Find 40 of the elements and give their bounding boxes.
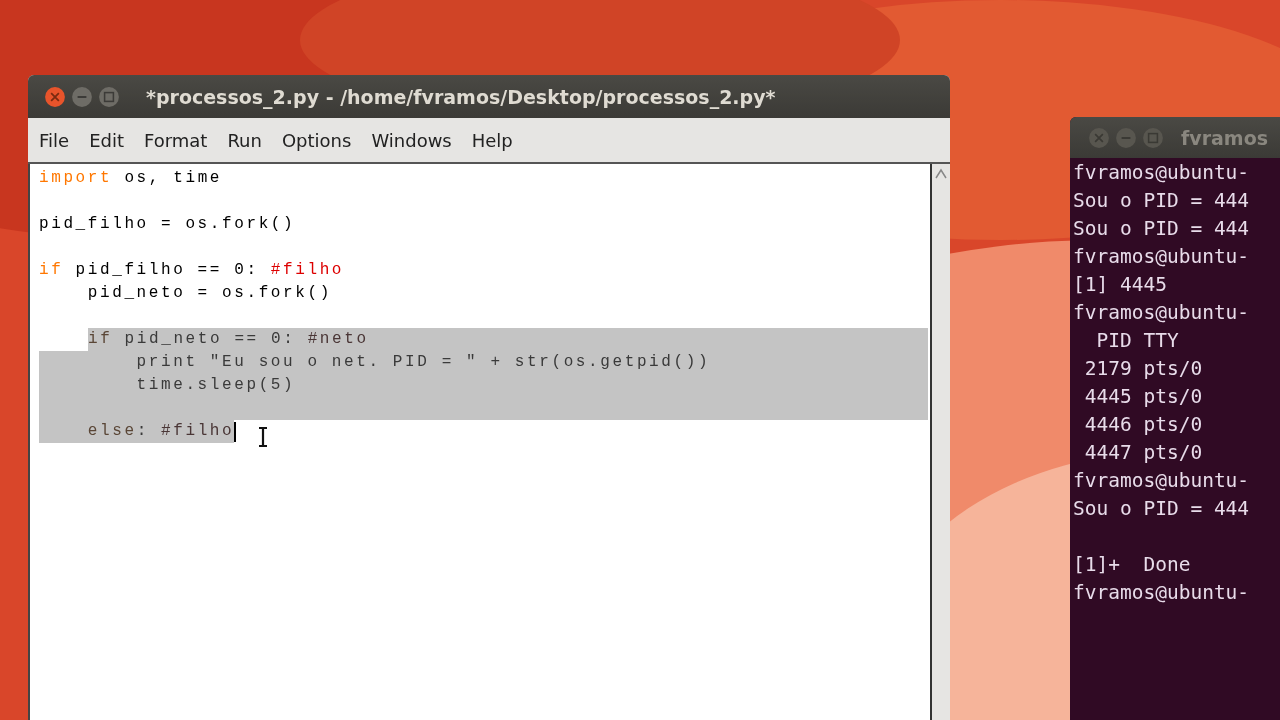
terminal-line: 4446 pts/0 [1083, 413, 1203, 436]
menu-item[interactable]: Edit [89, 129, 124, 151]
terminal-line: Sou o PID = 444 [1073, 497, 1250, 520]
terminal-line: fvramos@ubuntu- [1073, 469, 1250, 492]
code-text: print "Eu sou o net. PID = " + str(os.getpid()) [39, 351, 711, 374]
menu-item[interactable]: Windows [371, 129, 452, 151]
i-beam-cursor-icon [258, 425, 269, 448]
terminal-line: Sou o PID = 444 [1073, 217, 1250, 240]
maximize-icon[interactable] [98, 85, 120, 108]
code-area[interactable]: import os, time pid_filho = os.fork() if pid_filho == 0: #filho pid_neto = os.fork() if pid_neto == 0: #neto print "Eu sou o net. PID = " + str(os.getpid()) time.sleep(5) else: #filho [28, 164, 932, 720]
close-icon[interactable] [1088, 126, 1110, 149]
terminal-line: fvramos@ubuntu- [1073, 161, 1250, 184]
terminal-line: [1]+ Done [1073, 553, 1191, 576]
terminal-line: fvramos@ubuntu- [1073, 245, 1250, 268]
terminal-line: [1] 4445 [1073, 273, 1167, 296]
code-text: pid_filho = os.fork() [39, 214, 296, 235]
menu-item[interactable]: Format [144, 129, 208, 151]
terminal-line: Sou o PID = 444 [1073, 189, 1250, 212]
close-icon[interactable] [44, 85, 66, 108]
window-title: fvramos [1181, 126, 1268, 149]
minimize-icon[interactable] [1115, 126, 1137, 149]
menu-item[interactable]: Options [281, 129, 352, 151]
code-text: time.sleep(5) [39, 374, 296, 397]
menu-item[interactable]: Help [471, 129, 513, 151]
terminal-line: PID TTY [1095, 329, 1179, 352]
code-text: if pid_neto == 0: #neto [88, 328, 369, 351]
menu-item[interactable]: Run [227, 129, 262, 151]
code-text: if pid_filho == 0: #filho [39, 260, 345, 281]
minimize-icon[interactable] [71, 85, 93, 108]
menu-item[interactable]: File [39, 129, 70, 151]
code-text: import os, time [39, 168, 223, 189]
terminal-line: 2179 pts/0 [1083, 357, 1203, 380]
terminal-line: fvramos@ubuntu- [1073, 581, 1250, 604]
maximize-icon[interactable] [1142, 126, 1164, 149]
terminal-line: 4445 pts/0 [1083, 385, 1203, 408]
code-text: pid_neto = os.fork() [86, 283, 332, 304]
terminal-line: 4447 pts/0 [1083, 441, 1203, 464]
code-text: else: #filho [39, 420, 235, 443]
terminal-line: fvramos@ubuntu- [1073, 301, 1250, 324]
window-title: *processos_2.py - /home/fvramos/Desktop/processos_2.py* [146, 85, 776, 108]
